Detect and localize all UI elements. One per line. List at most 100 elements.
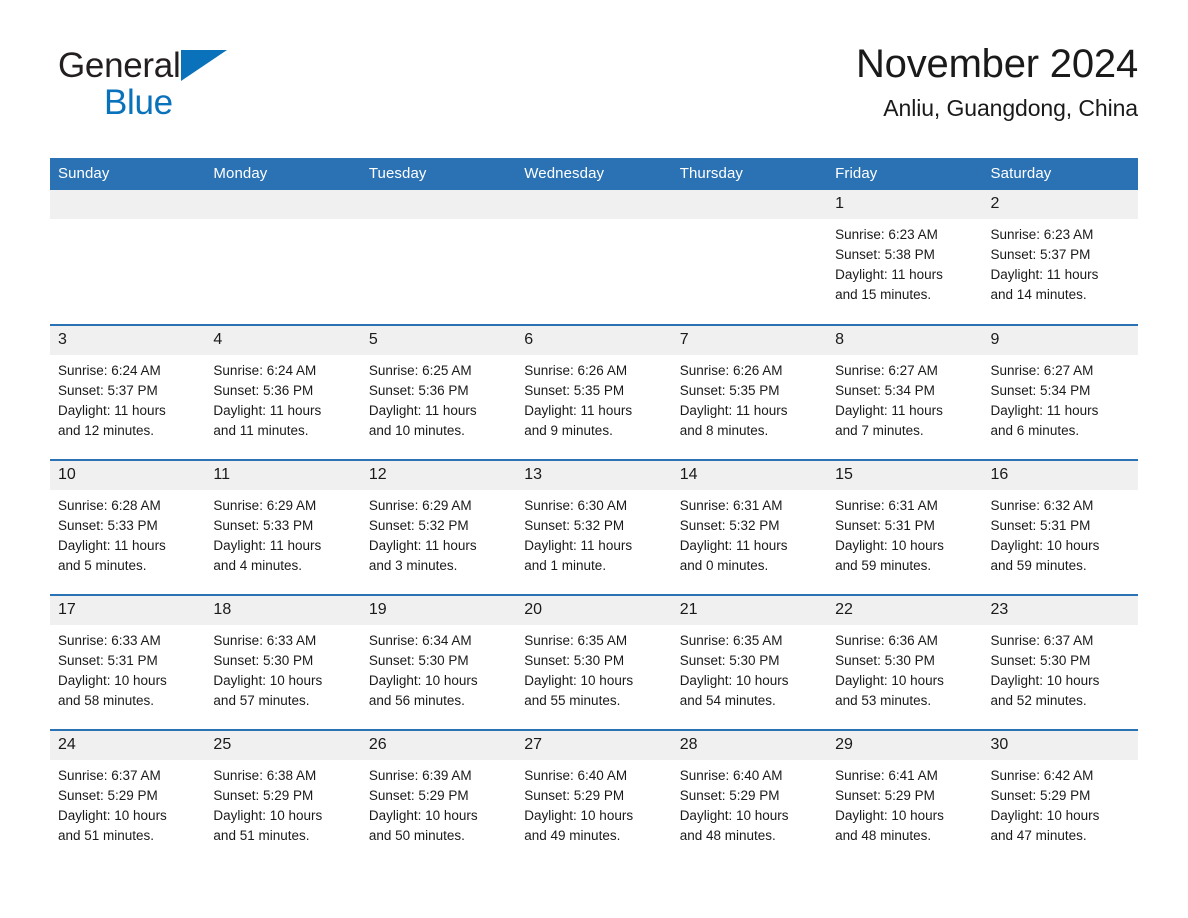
calendar-day-cell[interactable]: 27 Sunrise: 6:40 AM Sunset: 5:29 PM Dayligh… — [516, 729, 672, 865]
calendar-day-cell[interactable]: 15 Sunrise: 6:31 AM Sunset: 5:31 PM Dayligh… — [827, 459, 983, 595]
calendar-day-cell[interactable]: 12 Sunrise: 6:29 AM Sunset: 5:32 PM Dayligh… — [360, 459, 517, 595]
day-number: 25 — [205, 731, 361, 760]
calendar-week-row: 24 Sunrise: 6:37 AM Sunset: 5:29 PM Dayligh… — [50, 729, 1138, 865]
calendar-table: Sunday Monday Tuesday Wednesday Thursday… — [50, 158, 1138, 865]
day-number: 19 — [360, 596, 517, 625]
day-number: 7 — [671, 326, 828, 355]
calendar-day-cell[interactable]: 6 Sunrise: 6:26 AM Sunset: 5:35 PM Daylight… — [516, 324, 672, 460]
calendar-page: General Blue November 2024 Anliu, Guangd… — [0, 0, 1188, 918]
calendar-day-cell[interactable]: 7 Sunrise: 6:26 AM Sunset: 5:35 PM Daylight… — [671, 324, 828, 460]
calendar-day-cell[interactable]: 5 Sunrise: 6:25 AM Sunset: 5:36 PM Daylight… — [360, 324, 517, 460]
calendar-day-cell[interactable]: 14 Sunrise: 6:31 AM Sunset: 5:32 PM Dayligh… — [671, 459, 828, 595]
calendar-day-cell[interactable]: 25 Sunrise: 6:38 AM Sunset: 5:29 PM Dayligh… — [205, 729, 361, 865]
calendar-day-cell[interactable]: 1 Sunrise: 6:23 AM Sunset: 5:38 PM Daylight… — [827, 190, 983, 325]
daylight-text-line2: and 6 minutes. — [990, 423, 1080, 438]
day-details: Sunrise: 6:42 AM Sunset: 5:29 PM Daylight:… — [983, 760, 1138, 846]
calendar-day-cell[interactable]: 23 Sunrise: 6:37 AM Sunset: 5:30 PM Dayligh… — [982, 594, 1138, 730]
sunrise-text: Sunrise: 6:31 AM — [835, 498, 938, 513]
day-number: 27 — [516, 731, 672, 760]
daylight-text-line2: and 15 minutes. — [835, 287, 932, 302]
day-details: Sunrise: 6:26 AM Sunset: 5:35 PM Daylight:… — [672, 355, 827, 441]
sunset-text: Sunset: 5:36 PM — [368, 383, 469, 398]
sunset-text: Sunset: 5:35 PM — [679, 383, 780, 398]
brand-logo[interactable]: General Blue — [58, 48, 228, 122]
daylight-text-line2: and 47 minutes. — [990, 828, 1087, 843]
sunset-text: Sunset: 5:29 PM — [58, 788, 158, 803]
weekday-header-sunday: Sunday — [50, 158, 206, 190]
daylight-text-line1: Daylight: 11 hours — [835, 267, 943, 282]
sunset-text: Sunset: 5:32 PM — [524, 518, 625, 533]
daylight-text-line1: Daylight: 10 hours — [213, 673, 323, 688]
weekday-header-thursday: Thursday — [671, 158, 828, 190]
calendar-body: 1 Sunrise: 6:23 AM Sunset: 5:38 PM Daylight… — [50, 190, 1138, 865]
daylight-text-line2: and 50 minutes. — [368, 828, 465, 843]
sunset-text: Sunset: 5:33 PM — [213, 518, 314, 533]
sunset-text: Sunset: 5:37 PM — [990, 247, 1091, 262]
calendar-day-cell[interactable]: 16 Sunrise: 6:32 AM Sunset: 5:31 PM Dayligh… — [982, 459, 1138, 595]
daylight-text-line1: Daylight: 10 hours — [990, 673, 1100, 688]
sunrise-text: Sunrise: 6:42 AM — [990, 768, 1094, 783]
sunrise-text: Sunrise: 6:35 AM — [679, 633, 783, 648]
sunrise-text: Sunrise: 6:29 AM — [213, 498, 317, 513]
sunset-text: Sunset: 5:37 PM — [58, 383, 158, 398]
calendar-cell-empty — [516, 190, 672, 325]
sunrise-text: Sunrise: 6:38 AM — [213, 768, 317, 783]
calendar-day-cell[interactable]: 17 Sunrise: 6:33 AM Sunset: 5:31 PM Dayligh… — [50, 594, 206, 730]
day-number: 11 — [205, 461, 361, 490]
day-details: Sunrise: 6:33 AM Sunset: 5:31 PM Daylight:… — [50, 625, 205, 711]
brand-word-blue: Blue — [104, 83, 173, 122]
daylight-text-line2: and 3 minutes. — [368, 558, 458, 573]
daylight-text-line1: Daylight: 10 hours — [679, 808, 789, 823]
calendar-day-cell[interactable]: 18 Sunrise: 6:33 AM Sunset: 5:30 PM Dayligh… — [205, 594, 361, 730]
calendar-day-cell[interactable]: 10 Sunrise: 6:28 AM Sunset: 5:33 PM Dayligh… — [50, 459, 206, 595]
daylight-text-line1: Daylight: 11 hours — [58, 403, 166, 418]
day-number: 16 — [982, 461, 1138, 490]
weekday-header-friday: Friday — [827, 158, 983, 190]
calendar-day-cell[interactable]: 26 Sunrise: 6:39 AM Sunset: 5:29 PM Dayligh… — [360, 729, 517, 865]
calendar-day-cell[interactable]: 20 Sunrise: 6:35 AM Sunset: 5:30 PM Dayligh… — [516, 594, 672, 730]
calendar-day-cell[interactable]: 22 Sunrise: 6:36 AM Sunset: 5:30 PM Dayligh… — [827, 594, 983, 730]
calendar-day-cell[interactable]: 11 Sunrise: 6:29 AM Sunset: 5:33 PM Dayligh… — [205, 459, 361, 595]
daylight-text-line2: and 51 minutes. — [58, 828, 155, 843]
calendar-day-cell[interactable]: 13 Sunrise: 6:30 AM Sunset: 5:32 PM Dayligh… — [516, 459, 672, 595]
calendar-day-cell[interactable]: 3 Sunrise: 6:24 AM Sunset: 5:37 PM Daylight… — [50, 324, 206, 460]
calendar-day-cell[interactable]: 8 Sunrise: 6:27 AM Sunset: 5:34 PM Daylight… — [827, 324, 983, 460]
calendar-day-cell[interactable]: 19 Sunrise: 6:34 AM Sunset: 5:30 PM Dayligh… — [360, 594, 517, 730]
calendar-day-cell[interactable]: 30 Sunrise: 6:42 AM Sunset: 5:29 PM Dayligh… — [982, 729, 1138, 865]
calendar-day-cell[interactable]: 4 Sunrise: 6:24 AM Sunset: 5:36 PM Daylight… — [205, 324, 361, 460]
daylight-text-line1: Daylight: 10 hours — [58, 673, 167, 688]
day-details: Sunrise: 6:35 AM Sunset: 5:30 PM Daylight:… — [672, 625, 827, 711]
calendar-day-cell[interactable]: 29 Sunrise: 6:41 AM Sunset: 5:29 PM Dayligh… — [827, 729, 983, 865]
calendar-day-cell[interactable]: 21 Sunrise: 6:35 AM Sunset: 5:30 PM Dayligh… — [671, 594, 828, 730]
day-number: 2 — [982, 190, 1138, 219]
day-number: 1 — [827, 190, 983, 219]
daylight-text-line1: Daylight: 11 hours — [213, 538, 322, 553]
daylight-text-line2: and 8 minutes. — [679, 423, 769, 438]
day-number: 10 — [50, 461, 206, 490]
sunrise-text: Sunrise: 6:40 AM — [524, 768, 628, 783]
day-details: Sunrise: 6:28 AM Sunset: 5:33 PM Daylight:… — [50, 490, 205, 576]
day-details: Sunrise: 6:31 AM Sunset: 5:32 PM Daylight:… — [672, 490, 827, 576]
daylight-text-line2: and 14 minutes. — [990, 287, 1087, 302]
daylight-text-line2: and 56 minutes. — [368, 693, 465, 708]
calendar-day-cell[interactable]: 24 Sunrise: 6:37 AM Sunset: 5:29 PM Dayligh… — [50, 729, 206, 865]
page-title: November 2024 — [855, 42, 1138, 86]
daylight-text-line2: and 48 minutes. — [835, 828, 932, 843]
sunset-text: Sunset: 5:30 PM — [368, 653, 469, 668]
sunrise-text: Sunrise: 6:27 AM — [835, 363, 938, 378]
sunset-text: Sunset: 5:29 PM — [524, 788, 625, 803]
day-number: 29 — [827, 731, 983, 760]
daylight-text-line1: Daylight: 11 hours — [679, 403, 788, 418]
calendar-day-cell[interactable]: 2 Sunrise: 6:23 AM Sunset: 5:37 PM Daylight… — [982, 190, 1138, 325]
calendar-day-cell[interactable]: 28 Sunrise: 6:40 AM Sunset: 5:29 PM Dayligh… — [671, 729, 828, 865]
day-details: Sunrise: 6:40 AM Sunset: 5:29 PM Daylight:… — [672, 760, 827, 846]
sunrise-text: Sunrise: 6:39 AM — [368, 768, 472, 783]
daylight-text-line2: and 12 minutes. — [58, 423, 155, 438]
sunset-text: Sunset: 5:32 PM — [679, 518, 780, 533]
daylight-text-line2: and 5 minutes. — [58, 558, 147, 573]
sunrise-text: Sunrise: 6:23 AM — [835, 227, 938, 242]
calendar-day-cell[interactable]: 9 Sunrise: 6:27 AM Sunset: 5:34 PM Daylight… — [982, 324, 1138, 460]
weekday-header-wednesday: Wednesday — [516, 158, 672, 190]
daylight-text-line2: and 9 minutes. — [524, 423, 613, 438]
day-number: 22 — [827, 596, 983, 625]
